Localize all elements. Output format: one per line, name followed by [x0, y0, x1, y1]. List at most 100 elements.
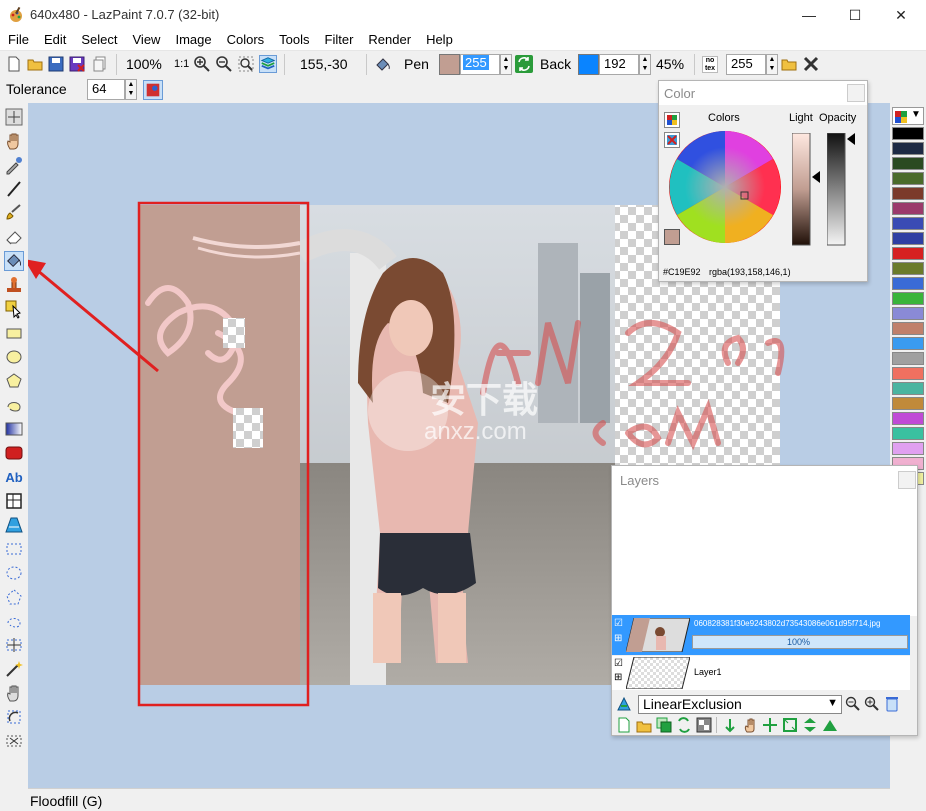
clear-texture-icon[interactable]	[802, 55, 820, 73]
palette-swatch[interactable]	[892, 367, 924, 380]
layers-stack-icon[interactable]	[259, 55, 277, 73]
layer-flip-icon[interactable]	[802, 717, 818, 733]
duplicate-layer-icon[interactable]	[656, 717, 672, 733]
pen-alpha-spinner[interactable]: ▲ ▼	[500, 54, 512, 75]
pen-color-swatch[interactable]	[439, 54, 460, 75]
delete-layer-icon[interactable]	[884, 695, 900, 713]
color-add-icon[interactable]	[664, 112, 680, 128]
palette-swatch[interactable]	[892, 322, 924, 335]
palette-swatch[interactable]	[892, 427, 924, 440]
tolerance-input[interactable]: 64	[87, 79, 125, 100]
move-view-icon[interactable]	[4, 107, 24, 127]
layer1-merge-icon[interactable]: ⊞	[614, 672, 622, 683]
deformation-grid-icon[interactable]	[4, 491, 24, 511]
menu-image[interactable]: Image	[167, 30, 218, 50]
zoom-level[interactable]: 100%	[126, 56, 162, 72]
layer-hand-icon[interactable]	[742, 717, 758, 733]
blend-mode-select[interactable]: LinearExclusion ▼	[638, 695, 842, 714]
menu-render[interactable]: Render	[360, 30, 418, 50]
copy-icon[interactable]	[91, 55, 109, 73]
palette-swatch[interactable]	[892, 352, 924, 365]
layers-panel-close-button[interactable]	[898, 471, 916, 489]
tolerance-spinner[interactable]: ▲ ▼	[125, 79, 137, 100]
polygon-tool-icon[interactable]	[4, 371, 24, 391]
open-folder-icon[interactable]	[26, 55, 44, 73]
minimize-button[interactable]: —	[786, 0, 832, 30]
select-hand-icon[interactable]	[4, 683, 24, 703]
color-swap-bucket-icon[interactable]	[374, 55, 392, 73]
palette-menu-button[interactable]: ▼	[892, 107, 924, 125]
zoom-in-icon[interactable]	[193, 55, 211, 73]
color-wheel[interactable]	[669, 131, 781, 243]
palette-swatch[interactable]	[892, 307, 924, 320]
menu-tools[interactable]: Tools	[271, 30, 316, 50]
palette-swatch[interactable]	[892, 202, 924, 215]
menu-select[interactable]: Select	[73, 30, 124, 50]
maximize-button[interactable]: ☐	[832, 0, 878, 30]
hand-tool-icon[interactable]	[4, 131, 24, 151]
brush-tool-icon[interactable]	[4, 203, 24, 223]
rotate-selection-icon[interactable]	[4, 707, 24, 727]
add-layer-from-file-icon[interactable]	[636, 717, 652, 733]
ellipse-tool-icon[interactable]	[4, 347, 24, 367]
zoom-fit-icon[interactable]	[237, 55, 255, 73]
layer-resize-icon[interactable]	[782, 717, 798, 733]
load-texture-folder-icon[interactable]	[780, 55, 798, 73]
zoom-out-icon[interactable]	[215, 55, 233, 73]
layer-visible-checkbox[interactable]: ☑	[614, 618, 623, 629]
pen-alpha-input[interactable]: 255	[460, 54, 500, 75]
color-panel-close-button[interactable]	[847, 84, 865, 102]
layer-merge-icon[interactable]: ⊞	[614, 633, 622, 644]
opacity-slider[interactable]	[827, 133, 847, 247]
layer-move-icon[interactable]	[762, 717, 778, 733]
phong-shape-icon[interactable]	[4, 443, 24, 463]
palette-swatch[interactable]	[892, 172, 924, 185]
menu-edit[interactable]: Edit	[36, 30, 73, 50]
palette-swatch[interactable]	[892, 262, 924, 275]
color-picker-icon[interactable]	[4, 155, 24, 175]
new-file-icon[interactable]	[5, 55, 23, 73]
palette-swatch[interactable]	[892, 247, 924, 260]
move-layer-down-icon[interactable]	[722, 717, 738, 733]
layer-item-layer1[interactable]: ☑ ⊞ Layer1	[612, 656, 910, 690]
swap-colors-icon[interactable]	[515, 55, 533, 73]
progressive-fill-icon[interactable]	[143, 80, 163, 100]
layer-opacity-bar[interactable]: 100%	[692, 635, 908, 649]
select-ellipse-icon[interactable]	[4, 563, 24, 583]
menu-view[interactable]: View	[125, 30, 168, 50]
palette-swatch[interactable]	[892, 277, 924, 290]
palette-swatch[interactable]	[892, 157, 924, 170]
palette-swatch[interactable]	[892, 187, 924, 200]
menu-colors[interactable]: Colors	[219, 30, 272, 50]
eraser-tool-icon[interactable]	[4, 227, 24, 247]
menu-file[interactable]: File	[0, 30, 36, 50]
move-layer-up-icon[interactable]	[822, 717, 838, 733]
palette-swatch[interactable]	[892, 142, 924, 155]
lightness-slider-marker-icon[interactable]	[812, 171, 820, 183]
texture-alpha-input[interactable]: 255	[726, 54, 766, 75]
menu-help[interactable]: Help	[418, 30, 460, 50]
layer-item-photo[interactable]: ☑ ⊞ 060828381f30e9243802d73543086e061d95…	[612, 615, 910, 655]
opacity-percent[interactable]: 45%	[656, 56, 684, 72]
select-spline-icon[interactable]	[4, 611, 24, 631]
palette-swatch[interactable]	[892, 442, 924, 455]
layer-properties-icon[interactable]	[696, 717, 712, 733]
back-alpha-input[interactable]: 192	[599, 54, 639, 75]
palette-swatch[interactable]	[892, 397, 924, 410]
layer1-visible-checkbox[interactable]: ☑	[614, 658, 623, 669]
no-texture-icon[interactable]: no tex	[702, 56, 718, 73]
select-poly-icon[interactable]	[4, 587, 24, 607]
rectangle-tool-icon[interactable]	[4, 323, 24, 343]
palette-swatch[interactable]	[892, 337, 924, 350]
back-alpha-spinner[interactable]: ▲ ▼	[639, 54, 651, 75]
palette-swatch[interactable]	[892, 412, 924, 425]
deselect-icon[interactable]	[4, 731, 24, 751]
layer-mapping-icon[interactable]	[4, 515, 24, 535]
select-rect-icon[interactable]	[4, 539, 24, 559]
spline-tool-icon[interactable]	[4, 395, 24, 415]
palette-swatch[interactable]	[892, 292, 924, 305]
back-color-swatch[interactable]	[578, 54, 599, 75]
pen-tool-icon[interactable]	[4, 179, 24, 199]
palette-swatch[interactable]	[892, 217, 924, 230]
palette-swatch[interactable]	[892, 127, 924, 140]
